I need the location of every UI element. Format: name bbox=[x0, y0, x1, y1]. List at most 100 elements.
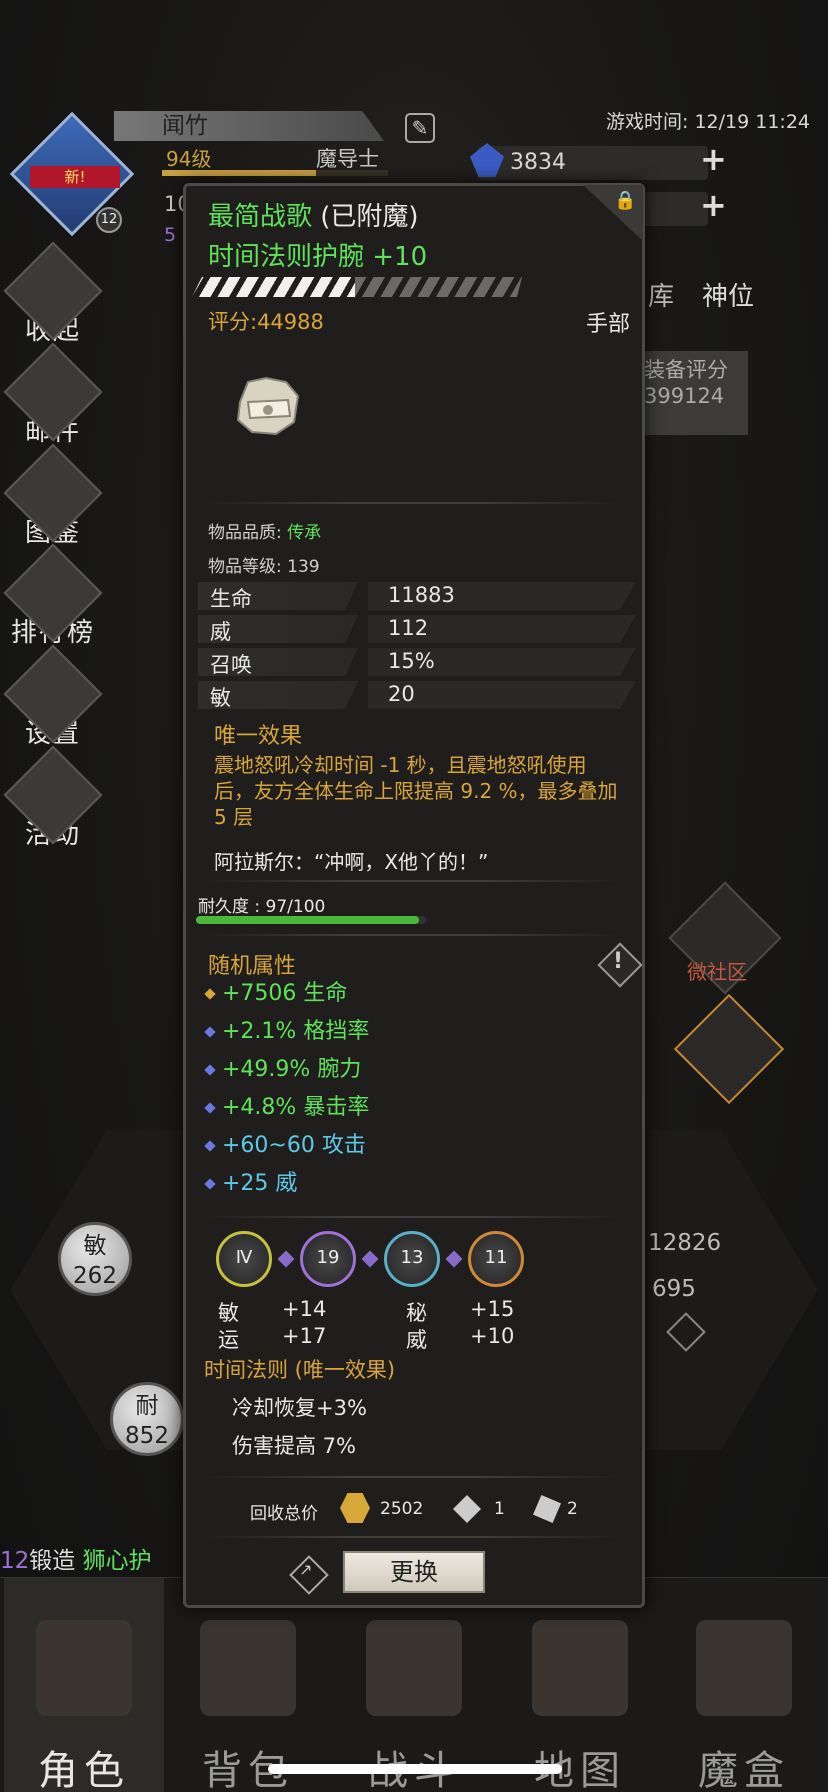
recycle-stone: 1 bbox=[494, 1499, 505, 1519]
gem-stat-value: +17 bbox=[282, 1324, 327, 1348]
endurance-coin[interactable]: 耐 852 bbox=[110, 1382, 184, 1456]
partial-stat-2: 5 bbox=[164, 224, 177, 246]
gem-socket[interactable]: 19 bbox=[300, 1231, 356, 1287]
nav-battle[interactable]: 战斗 bbox=[334, 1578, 494, 1792]
agility-value: 262 bbox=[73, 1263, 117, 1289]
share-glyph: ↗ bbox=[299, 1560, 313, 1579]
item-quote: 阿拉斯尔：“冲啊，X他丫的！” bbox=[214, 850, 489, 874]
helmet-icon bbox=[36, 1620, 132, 1716]
divider bbox=[206, 934, 622, 936]
side-menu-mail[interactable]: 邮件 bbox=[3, 342, 103, 448]
unique-effect-title: 唯一效果 bbox=[214, 724, 303, 749]
endurance-label: 耐 bbox=[135, 1393, 159, 1419]
community-label[interactable]: 微社区 bbox=[687, 956, 747, 985]
stat-value: 11883 bbox=[388, 583, 455, 607]
gem-stat-label: 秘 bbox=[406, 1301, 427, 1325]
side-menu-codex[interactable]: 图鉴 bbox=[3, 443, 103, 549]
nav-label: 魔盒 bbox=[698, 1748, 790, 1792]
quality-value: 传承 bbox=[287, 523, 322, 543]
stat-label: 生命 bbox=[210, 587, 252, 611]
home-indicator bbox=[268, 1764, 562, 1774]
base-stat-row: 生命 11883 bbox=[198, 582, 636, 611]
equip-score-value: 399124 bbox=[644, 384, 725, 408]
set-effect-line: 冷却恢复+3% bbox=[232, 1396, 367, 1420]
random-attr-row: +49.9% 腕力 bbox=[204, 1051, 361, 1083]
info-mark: ! bbox=[613, 949, 624, 974]
attr-bullet-icon bbox=[204, 1102, 216, 1114]
random-attr-row: +7506 生命 bbox=[204, 975, 347, 1007]
random-attr-text: +60~60 攻击 bbox=[222, 1133, 366, 1158]
gem-stat-value: +10 bbox=[470, 1324, 515, 1348]
gem-socket[interactable]: Ⅳ bbox=[216, 1231, 272, 1287]
forge-item: 狮心护 bbox=[82, 1548, 152, 1574]
item-name: 时间法则护腕 +10 bbox=[208, 242, 428, 272]
enhance-progress-empty bbox=[355, 277, 522, 297]
map-scroll-icon bbox=[532, 1620, 628, 1716]
divider bbox=[206, 880, 622, 882]
replace-button[interactable]: 更换 bbox=[343, 1551, 485, 1593]
side-menu-activity[interactable]: 活动 bbox=[3, 745, 103, 851]
lock-icon[interactable]: 🔒 bbox=[614, 190, 636, 211]
enchant-tag: (已附魔) bbox=[320, 202, 419, 232]
hex-right-stat-1: 12826 bbox=[648, 1230, 722, 1256]
bracer-icon bbox=[228, 372, 308, 444]
item-quality: 物品品质: 传承 bbox=[208, 518, 321, 543]
attr-bullet-icon bbox=[204, 1026, 216, 1038]
side-menu-collapse[interactable]: 收起 bbox=[3, 241, 103, 347]
add-currency-icon[interactable]: + bbox=[700, 140, 727, 178]
side-menu-settings[interactable]: 设置 bbox=[3, 644, 103, 750]
gem-socket[interactable]: 11 bbox=[468, 1231, 524, 1287]
attr-bullet-icon bbox=[204, 988, 216, 1000]
nav-magic-box[interactable]: 魔盒 bbox=[664, 1578, 824, 1792]
stat-label: 敏 bbox=[210, 686, 231, 710]
recycle-gold: 2502 bbox=[380, 1499, 424, 1519]
recycle-label: 回收总价 bbox=[250, 1504, 318, 1524]
equip-score-label: 装备评分 bbox=[644, 358, 728, 382]
hex-right-stat-2: 695 bbox=[652, 1276, 696, 1302]
gem-stat-label: 运 bbox=[218, 1328, 239, 1352]
stat-value: 112 bbox=[388, 616, 429, 640]
base-stat-row: 威 112 bbox=[198, 615, 636, 644]
random-attr-row: +4.8% 暴击率 bbox=[204, 1089, 369, 1121]
random-attr-text: +2.1% 格挡率 bbox=[222, 1019, 370, 1044]
player-name: 闻竹 bbox=[114, 111, 384, 141]
unique-effect-desc: 震地怒吼冷却时间 -1 秒，且震地怒吼使用后，友方全体生命上限提高 9.2 %，… bbox=[214, 753, 618, 829]
gem-stat-label: 威 bbox=[406, 1328, 427, 1352]
sword-shield-icon bbox=[366, 1620, 462, 1716]
gem-stat-value: +15 bbox=[470, 1297, 515, 1321]
forge-text: 锻造 bbox=[29, 1548, 76, 1574]
item-score: 评分:44988 bbox=[208, 310, 324, 334]
random-attr-row: +2.1% 格挡率 bbox=[204, 1013, 370, 1045]
xp-fill bbox=[162, 170, 316, 176]
gem-socket[interactable]: 13 bbox=[384, 1231, 440, 1287]
player-level: 94级 bbox=[166, 147, 212, 171]
currency-value: 3834 bbox=[510, 150, 566, 175]
gem-stat-value: +14 bbox=[282, 1297, 327, 1321]
edit-name-icon[interactable]: ✎ bbox=[405, 113, 435, 143]
agility-coin[interactable]: 敏 262 bbox=[58, 1222, 132, 1296]
attr-bullet-icon bbox=[204, 1140, 216, 1152]
bottom-nav: 角色 背包 战斗 地图 魔盒 bbox=[0, 1577, 828, 1792]
nav-backpack[interactable]: 背包 bbox=[168, 1578, 328, 1792]
tab-storage[interactable]: 库 bbox=[648, 276, 674, 313]
agility-label: 敏 bbox=[83, 1233, 107, 1259]
nav-map[interactable]: 地图 bbox=[500, 1578, 660, 1792]
enchant-title: 最简战歌 (已附魔) bbox=[208, 196, 419, 233]
set-effect-title: 时间法则 (唯一效果) bbox=[204, 1358, 396, 1382]
nav-character[interactable]: 角色 bbox=[4, 1578, 164, 1792]
tab-divine[interactable]: 神位 bbox=[702, 276, 754, 313]
equip-score-flag: 装备评分 399124 bbox=[628, 351, 748, 435]
random-attr-row: +25 威 bbox=[204, 1165, 297, 1197]
add-secondary-icon[interactable]: + bbox=[700, 186, 727, 224]
player-class: 魔导士 bbox=[316, 147, 379, 171]
durability-fill bbox=[196, 916, 420, 924]
recycle-shard: 2 bbox=[567, 1499, 578, 1519]
quality-label: 物品品质: bbox=[208, 523, 282, 543]
side-menu-ranking[interactable]: 排行榜 bbox=[3, 543, 103, 649]
set-effect-line: 伤害提高 7% bbox=[232, 1434, 356, 1458]
backpack-icon bbox=[200, 1620, 296, 1716]
nav-label: 角色 bbox=[38, 1748, 130, 1792]
stat-value: 15% bbox=[388, 649, 435, 673]
random-attr-row: +60~60 攻击 bbox=[204, 1127, 366, 1159]
divider bbox=[206, 1536, 622, 1538]
